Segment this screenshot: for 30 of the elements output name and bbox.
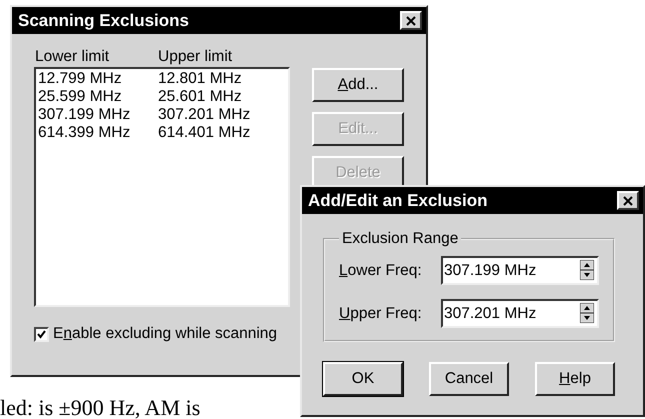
list-cell[interactable]: 307.199 MHz [38, 106, 158, 124]
spinner-icon [580, 260, 594, 280]
list-cell[interactable]: 12.799 MHz [38, 70, 158, 88]
close-button[interactable] [400, 11, 422, 30]
group-title: Exclusion Range [341, 230, 460, 248]
list-cell[interactable]: 25.601 MHz [158, 88, 278, 106]
close-icon [623, 196, 633, 206]
list-cell[interactable]: 307.201 MHz [158, 106, 278, 124]
column-header: Upper limit [158, 48, 234, 67]
list-cell[interactable]: 25.599 MHz [38, 88, 158, 106]
window-title: Scanning Exclusions [18, 10, 189, 30]
list-cell[interactable]: 614.399 MHz [38, 124, 158, 142]
field-label: Upper Freq: [339, 304, 423, 322]
frequency-field[interactable]: 307.199 MHz [441, 256, 599, 285]
checkbox[interactable] [34, 326, 49, 342]
dialog-button[interactable]: OK [323, 362, 403, 396]
dialog-button[interactable]: Cancel [429, 362, 509, 396]
list-cell[interactable]: 12.801 MHz [158, 70, 278, 88]
close-icon [406, 16, 416, 26]
check-icon [37, 330, 46, 338]
spinner-icon [580, 303, 594, 323]
body-text: led: is ±900 Hz, AM is [0, 395, 200, 419]
field-label: Lower Freq: [339, 262, 423, 280]
window-title: Add/Edit an Exclusion [308, 190, 488, 210]
frequency-field[interactable]: 307.201 MHz [441, 299, 599, 328]
close-button[interactable] [617, 191, 639, 210]
column-header: Lower limit [35, 48, 110, 67]
list-cell[interactable]: 614.401 MHz [158, 124, 278, 142]
dialog-button[interactable]: Add... [312, 68, 404, 102]
dialog-button[interactable]: Help [535, 362, 615, 396]
